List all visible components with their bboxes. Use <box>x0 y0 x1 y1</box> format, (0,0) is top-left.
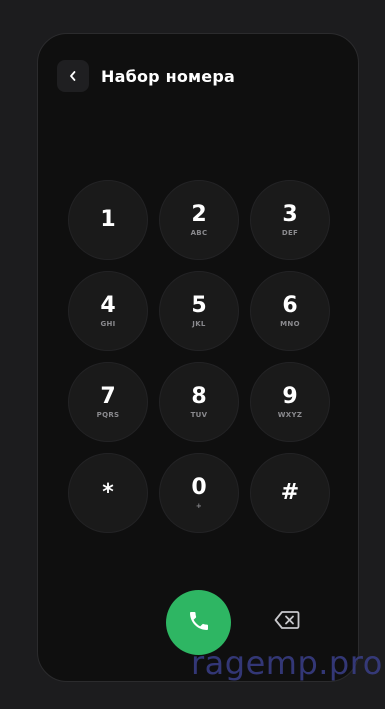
key-letters: GHI <box>100 319 116 328</box>
back-button[interactable] <box>57 60 89 92</box>
keypad: 1 2 ABC 3 DEF 4 GHI 5 JKL 6 MNO 7 PQRS 8 <box>68 180 330 533</box>
key-7[interactable]: 7 PQRS <box>68 362 148 442</box>
key-letters: JKL <box>192 319 206 328</box>
backspace-icon <box>274 610 300 634</box>
key-digit: 3 <box>282 201 298 227</box>
key-letters: + <box>195 501 203 510</box>
page-title: Набор номера <box>101 66 236 86</box>
key-star[interactable]: * <box>68 453 148 533</box>
key-6[interactable]: 6 MNO <box>250 271 330 351</box>
key-digit: 5 <box>191 292 207 318</box>
key-2[interactable]: 2 ABC <box>159 180 239 260</box>
phone-icon <box>187 609 211 637</box>
key-3[interactable]: 3 DEF <box>250 180 330 260</box>
key-digit: 2 <box>191 201 207 227</box>
key-digit: * <box>102 480 114 505</box>
key-1[interactable]: 1 <box>68 180 148 260</box>
key-digit: 0 <box>191 474 207 500</box>
key-digit: 4 <box>100 292 116 318</box>
key-0[interactable]: 0 + <box>159 453 239 533</box>
key-letters: DEF <box>281 228 299 237</box>
key-letters: PQRS <box>96 410 120 419</box>
key-letters: TUV <box>190 410 208 419</box>
key-digit: 8 <box>191 383 207 409</box>
key-digit: 6 <box>282 292 298 318</box>
key-letters: WXYZ <box>277 410 303 419</box>
key-digit: # <box>280 480 300 505</box>
key-digit: 9 <box>282 383 298 409</box>
key-hash[interactable]: # <box>250 453 330 533</box>
key-5[interactable]: 5 JKL <box>159 271 239 351</box>
dialer-panel: Набор номера 1 2 ABC 3 DEF 4 GHI 5 JKL 6… <box>37 33 359 682</box>
header: Набор номера <box>57 60 235 92</box>
chevron-left-icon <box>68 67 78 86</box>
key-letters: MNO <box>280 319 300 328</box>
key-8[interactable]: 8 TUV <box>159 362 239 442</box>
key-4[interactable]: 4 GHI <box>68 271 148 351</box>
watermark: ragemp.pro <box>191 644 383 682</box>
delete-button[interactable] <box>274 611 300 633</box>
key-letters: ABC <box>190 228 208 237</box>
key-9[interactable]: 9 WXYZ <box>250 362 330 442</box>
key-digit: 7 <box>100 383 116 409</box>
key-digit: 1 <box>100 207 116 232</box>
